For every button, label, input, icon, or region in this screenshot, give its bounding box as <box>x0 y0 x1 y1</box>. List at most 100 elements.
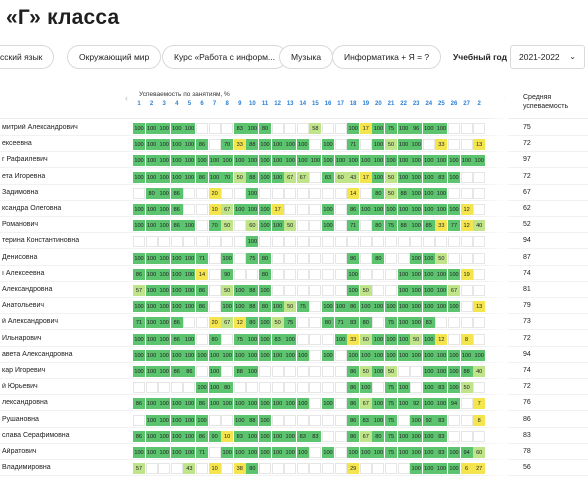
grade-cell[interactable] <box>259 187 271 199</box>
grade-cell[interactable]: 100 <box>422 301 435 313</box>
grade-cell[interactable] <box>309 187 322 199</box>
grade-cell[interactable]: 100 <box>359 155 372 167</box>
grade-cell[interactable] <box>309 414 322 426</box>
grade-cell[interactable]: 100 <box>271 349 284 361</box>
grade-cell[interactable]: 20 <box>208 317 221 329</box>
grade-cell[interactable] <box>284 382 297 394</box>
scroll-left-icon[interactable]: ‹ <box>125 93 128 103</box>
grade-cell[interactable]: 71 <box>133 317 145 329</box>
grade-cell[interactable]: 100 <box>422 447 435 458</box>
grade-cell[interactable] <box>309 463 322 475</box>
grade-cell[interactable]: 80 <box>221 382 234 394</box>
grade-cell[interactable]: 100 <box>422 398 435 410</box>
grade-cell[interactable]: 80 <box>322 317 334 329</box>
grade-cell[interactable]: 100 <box>145 430 158 442</box>
table-row[interactable]: митрий Александрович 100 100 100 100 100 83 100… <box>0 122 588 136</box>
grade-cell[interactable]: 100 <box>271 447 284 458</box>
grade-cell[interactable]: 100 <box>221 398 234 410</box>
grade-cell[interactable]: 100 <box>233 349 246 361</box>
grade-cell[interactable] <box>309 204 322 215</box>
grade-cell[interactable] <box>309 139 322 151</box>
grade-cell[interactable]: 71 <box>196 447 208 458</box>
table-row[interactable]: ксандра Олеговна 100 100 100 86 10 67 100 100 100… <box>0 203 588 217</box>
grade-cell[interactable] <box>233 220 246 232</box>
grade-cell[interactable]: 88 <box>246 301 259 313</box>
grade-cell[interactable] <box>170 236 183 248</box>
grade-cell[interactable] <box>448 317 460 329</box>
grade-cell[interactable] <box>473 204 486 215</box>
grade-cell[interactable]: 100 <box>422 204 435 215</box>
grade-cell[interactable]: 67 <box>296 171 309 183</box>
grade-cell[interactable]: 100 <box>347 123 360 134</box>
grade-cell[interactable]: 100 <box>158 447 171 458</box>
grade-cell[interactable]: 100 <box>145 447 158 458</box>
grade-cell[interactable] <box>372 236 385 248</box>
grade-cell[interactable]: 100 <box>158 171 171 183</box>
grade-cell[interactable] <box>309 171 322 183</box>
subject-tab-music[interactable]: Музыка <box>279 45 334 69</box>
grade-cell[interactable]: 86 <box>347 252 360 264</box>
grade-cell[interactable]: 86 <box>170 317 183 329</box>
grade-cell[interactable]: 100 <box>322 301 334 313</box>
grade-cell[interactable] <box>397 366 410 377</box>
grade-cell[interactable]: 100 <box>397 204 410 215</box>
grade-cell[interactable]: 100 <box>284 447 297 458</box>
grade-cell[interactable]: 100 <box>435 268 448 280</box>
grade-cell[interactable]: 12 <box>460 220 473 232</box>
grade-cell[interactable]: 100 <box>246 349 259 361</box>
grade-cell[interactable] <box>170 463 183 475</box>
grade-cell[interactable]: 71 <box>334 317 347 329</box>
grade-cell[interactable] <box>385 285 397 296</box>
grade-cell[interactable] <box>309 398 322 410</box>
grade-cell[interactable]: 92 <box>422 414 435 426</box>
grade-cell[interactable] <box>448 123 460 134</box>
grade-cell[interactable]: 100 <box>221 349 234 361</box>
grade-cell[interactable]: 100 <box>284 139 297 151</box>
grade-cell[interactable] <box>460 171 473 183</box>
grade-cell[interactable]: 100 <box>158 123 171 134</box>
grade-cell[interactable]: 100 <box>284 333 297 345</box>
grade-cell[interactable]: 100 <box>259 349 271 361</box>
grade-cell[interactable]: 86 <box>133 268 145 280</box>
grade-cell[interactable]: 80 <box>372 430 385 442</box>
grade-cell[interactable]: 100 <box>422 366 435 377</box>
grade-cell[interactable] <box>221 333 234 345</box>
grade-cell[interactable] <box>133 414 145 426</box>
grade-cell[interactable]: 100 <box>448 463 460 475</box>
grade-cell[interactable]: 100 <box>233 447 246 458</box>
grade-cell[interactable]: 100 <box>410 430 423 442</box>
year-select[interactable]: 2021-2022 ⌄ <box>510 45 585 69</box>
grade-cell[interactable] <box>271 463 284 475</box>
grade-cell[interactable]: 100 <box>183 447 196 458</box>
grade-cell[interactable]: 100 <box>158 333 171 345</box>
grade-cell[interactable]: 100 <box>422 187 435 199</box>
grade-cell[interactable]: 100 <box>233 204 246 215</box>
grade-cell[interactable]: 86 <box>196 171 208 183</box>
grade-cell[interactable] <box>460 236 473 248</box>
grade-cell[interactable] <box>208 252 221 264</box>
grade-cell[interactable]: 100 <box>397 398 410 410</box>
grade-cell[interactable]: 86 <box>196 430 208 442</box>
grade-cell[interactable] <box>208 414 221 426</box>
grade-cell[interactable]: 75 <box>385 220 397 232</box>
grade-cell[interactable] <box>334 447 347 458</box>
grade-cell[interactable]: 100 <box>372 398 385 410</box>
grade-cell[interactable]: 100 <box>246 333 259 345</box>
grade-cell[interactable]: 100 <box>170 398 183 410</box>
grade-cell[interactable]: 100 <box>410 252 423 264</box>
grade-cell[interactable] <box>271 236 284 248</box>
grade-cell[interactable] <box>359 220 372 232</box>
grade-cell[interactable] <box>460 398 473 410</box>
grade-cell[interactable]: 86 <box>196 285 208 296</box>
grade-cell[interactable] <box>296 187 309 199</box>
grade-cell[interactable]: 100 <box>410 349 423 361</box>
grade-cell[interactable] <box>284 187 297 199</box>
grade-cell[interactable] <box>334 463 347 475</box>
grade-cell[interactable]: 100 <box>422 349 435 361</box>
grade-cell[interactable] <box>196 236 208 248</box>
grade-cell[interactable] <box>322 366 334 377</box>
grade-cell[interactable]: 100 <box>410 204 423 215</box>
grade-cell[interactable]: 100 <box>158 414 171 426</box>
grade-cell[interactable] <box>309 285 322 296</box>
grade-cell[interactable]: 100 <box>233 398 246 410</box>
